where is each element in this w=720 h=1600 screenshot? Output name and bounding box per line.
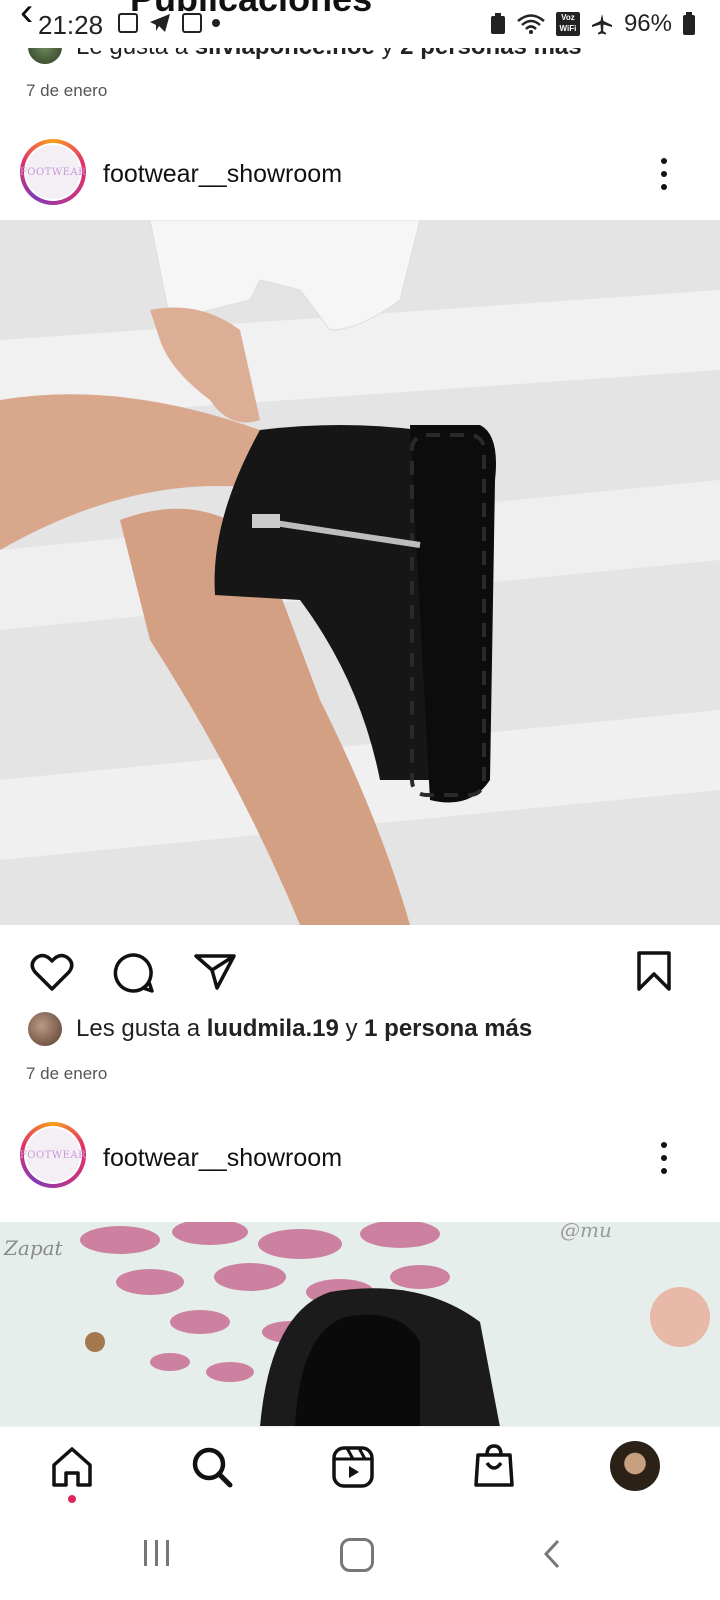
post-date: 7 de enero <box>26 1064 108 1083</box>
back-icon[interactable] <box>542 1538 562 1570</box>
likes-user[interactable]: luudmila.19 <box>207 1015 339 1042</box>
profile-avatar[interactable] <box>610 1441 660 1491</box>
battery-percent: 96% <box>623 10 672 37</box>
boot-photo <box>0 220 720 925</box>
recent-apps-icon[interactable] <box>144 1540 169 1566</box>
like-heart-icon[interactable] <box>30 952 74 992</box>
likes-mid: y <box>338 1015 365 1042</box>
more-options-icon[interactable] <box>661 1142 667 1174</box>
vowifi-line2: WiFi <box>559 24 577 33</box>
likes-prefix: Les gusta a <box>76 1015 207 1042</box>
back-arrow-icon[interactable]: ‹ <box>20 0 33 35</box>
home-button-icon[interactable] <box>340 1538 374 1572</box>
telegram-icon <box>150 14 170 32</box>
status-time: 21:28 <box>38 10 104 40</box>
search-icon[interactable] <box>190 1445 234 1489</box>
status-right: Voz WiFi 96% <box>490 10 696 38</box>
home-icon[interactable] <box>50 1445 94 1489</box>
boot-photo-2 <box>0 1222 720 1427</box>
liker-avatar[interactable] <box>28 1012 62 1046</box>
status-bar: ‹ Publicaciones 21:28 Voz WiFi 96% <box>0 0 720 48</box>
post-date: 7 de enero <box>26 81 108 100</box>
watermark-left: Zapat <box>4 1236 63 1260</box>
gallery-icon <box>118 13 138 33</box>
post-actions <box>0 950 720 1012</box>
more-options-icon[interactable] <box>661 158 667 190</box>
share-send-icon[interactable] <box>193 952 237 992</box>
likes-count[interactable]: 1 persona más <box>364 1015 532 1042</box>
story-ring[interactable]: FOOTWEAR <box>20 139 86 205</box>
post-image[interactable] <box>0 220 720 925</box>
post-header: FOOTWEAR footwear__showroom <box>0 1108 720 1204</box>
reels-icon[interactable] <box>331 1445 375 1489</box>
vowifi-icon: Voz WiFi <box>555 12 580 36</box>
notification-icons <box>118 12 220 34</box>
story-ring[interactable]: FOOTWEAR <box>20 1122 86 1188</box>
shop-icon[interactable] <box>472 1443 516 1489</box>
battery-icon <box>683 12 695 35</box>
bottom-nav <box>0 1426 720 1531</box>
profile-logo: FOOTWEAR <box>20 1128 86 1182</box>
battery-saver-icon <box>490 13 505 34</box>
profile-logo: FOOTWEAR <box>20 145 86 199</box>
post-likes: Les gusta a luudmila.19 y 1 persona más <box>28 1012 532 1046</box>
save-bookmark-icon[interactable] <box>636 950 672 992</box>
system-nav <box>0 1530 720 1600</box>
watermark-right: @mu <box>560 1222 612 1242</box>
comment-icon[interactable] <box>113 952 155 994</box>
likes-text[interactable]: Les gusta a luudmila.19 y 1 persona más <box>76 1015 532 1043</box>
wifi-icon <box>517 14 545 34</box>
vowifi-line1: Voz <box>561 13 575 22</box>
notification-dot <box>68 1495 76 1503</box>
dot-icon <box>212 19 220 27</box>
post-header: FOOTWEAR footwear__showroom <box>0 124 720 220</box>
app-icon <box>182 13 202 33</box>
post-image[interactable]: Zapat @mu <box>0 1222 720 1427</box>
post-username[interactable]: footwear__showroom <box>103 160 342 189</box>
airplane-icon <box>591 14 612 35</box>
post-username[interactable]: footwear__showroom <box>103 1144 342 1173</box>
